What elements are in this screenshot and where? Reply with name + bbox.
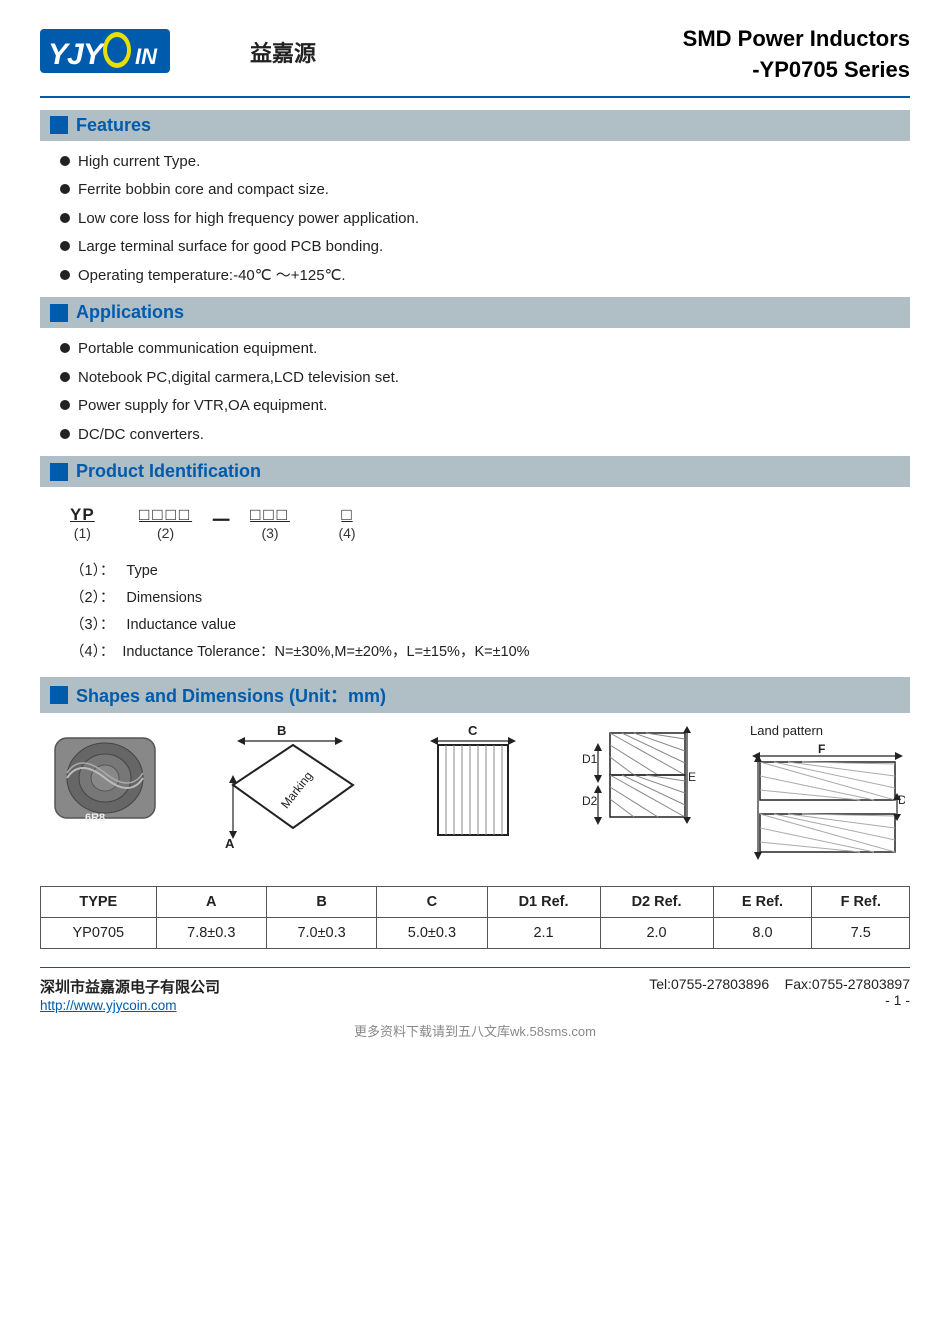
pid-desc-1: （1）： Type <box>70 559 910 580</box>
features-title: Features <box>76 115 151 136</box>
svg-text:E: E <box>688 770 696 784</box>
logo-svg: Y J Y IN <box>40 24 240 79</box>
table-header-b: B <box>266 887 376 918</box>
product-id-area: YP (1) □□□□ (2) － □□□ (3) □ (4) （1）： Typ… <box>70 503 910 661</box>
applications-icon <box>50 304 68 322</box>
company-name: 深圳市益嘉源电子有限公司 <box>40 976 220 997</box>
table-cell-c: 5.0±0.3 <box>377 918 487 949</box>
list-item: Portable communication equipment. <box>60 338 910 361</box>
applications-list: Portable communication equipment. Notebo… <box>60 338 910 446</box>
pid-desc-3: （3）： Inductance value <box>70 613 910 634</box>
bullet-dot <box>60 184 70 194</box>
bullet-dot <box>60 343 70 353</box>
side-view-diagram: D1 <box>578 723 708 853</box>
features-header: Features <box>40 110 910 141</box>
product-id-header: Product Identification <box>40 456 910 487</box>
table-header-d1: D1 Ref. <box>487 887 600 918</box>
website-link[interactable]: http://www.yjycoin.com <box>40 998 177 1013</box>
bullet-dot <box>60 429 70 439</box>
pid-desc-4: （4）： Inductance Tolerance：N=±30%,M=±20%，… <box>70 640 910 661</box>
diamond-svg: B Marking A <box>215 723 370 853</box>
table-header-f: F Ref. <box>812 887 910 918</box>
footer-bottom: 更多资料下载请到五八文库wk.58sms.com <box>40 1021 910 1040</box>
bullet-dot <box>60 372 70 382</box>
land-pattern-diagram: Land pattern F <box>750 723 910 872</box>
table-header-c: C <box>377 887 487 918</box>
footer: 深圳市益嘉源电子有限公司 http://www.yjycoin.com Tel:… <box>40 967 910 1013</box>
svg-text:A: A <box>225 836 235 851</box>
page: Y J Y IN 益嘉源 SMD Power Inductors -YP0705… <box>0 0 950 1344</box>
product-id-title: Product Identification <box>76 461 261 482</box>
svg-text:Marking: Marking <box>278 769 315 811</box>
land-pattern-svg: F D2 <box>750 742 905 872</box>
svg-text:D1: D1 <box>582 752 598 766</box>
svg-text:Y: Y <box>83 38 106 71</box>
svg-text:D2: D2 <box>582 794 598 808</box>
bullet-dot <box>60 241 70 251</box>
table-row: YP0705 7.8±0.3 7.0±0.3 5.0±0.3 2.1 2.0 8… <box>41 918 910 949</box>
table-cell-d1: 2.1 <box>487 918 600 949</box>
bullet-dot <box>60 270 70 280</box>
table-header-e: E Ref. <box>713 887 812 918</box>
product-id-icon <box>50 463 68 481</box>
product-title: SMD Power Inductors -YP0705 Series <box>683 24 910 86</box>
logo-cn: 益嘉源 <box>250 36 316 68</box>
table-header-d2: D2 Ref. <box>600 887 713 918</box>
pid-part-1: YP (1) <box>70 505 95 541</box>
side-view-svg: D1 <box>580 723 705 853</box>
table-header-type: TYPE <box>41 887 157 918</box>
shapes-icon <box>50 686 68 704</box>
table-cell-b: 7.0±0.3 <box>266 918 376 949</box>
logo-area: Y J Y IN 益嘉源 <box>40 24 316 79</box>
pid-diagram: YP (1) □□□□ (2) － □□□ (3) □ (4) <box>70 503 910 541</box>
table-cell-a: 7.8±0.3 <box>156 918 266 949</box>
list-item: Low core loss for high frequency power a… <box>60 208 910 231</box>
footer-fax: Fax:0755-27803897 <box>785 976 910 992</box>
list-item: Large terminal surface for good PCB bond… <box>60 236 910 259</box>
header-divider <box>40 96 910 98</box>
list-item: Power supply for VTR,OA equipment. <box>60 395 910 418</box>
cross-section-svg: C <box>420 723 530 853</box>
features-icon <box>50 116 68 134</box>
table-cell-type: YP0705 <box>41 918 157 949</box>
shapes-header: Shapes and Dimensions (Unit：mm) <box>40 677 910 713</box>
table-cell-f: 7.5 <box>812 918 910 949</box>
cross-section-diagram: C <box>415 723 535 853</box>
svg-text:6R8: 6R8 <box>85 812 105 824</box>
dimensions-table: TYPE A B C D1 Ref. D2 Ref. E Ref. F Ref.… <box>40 886 910 949</box>
list-item: Operating temperature:-40℃ ～+125℃. <box>60 265 910 288</box>
shapes-title: Shapes and Dimensions (Unit：mm) <box>76 682 386 708</box>
table-header-a: A <box>156 887 266 918</box>
footer-right: Tel:0755-27803896 Fax:0755-27803897 - 1 … <box>649 976 910 1008</box>
list-item: DC/DC converters. <box>60 424 910 447</box>
list-item: Notebook PC,digital carmera,LCD televisi… <box>60 367 910 390</box>
page-number: - 1 - <box>885 992 910 1008</box>
bullet-dot <box>60 213 70 223</box>
applications-title: Applications <box>76 302 184 323</box>
bullet-dot <box>60 156 70 166</box>
svg-text:F: F <box>818 742 825 756</box>
bullet-dot <box>60 400 70 410</box>
footer-left: 深圳市益嘉源电子有限公司 http://www.yjycoin.com <box>40 976 220 1013</box>
applications-header: Applications <box>40 297 910 328</box>
pid-part-2: □□□□ (2) <box>139 505 192 541</box>
list-item: High current Type. <box>60 151 910 174</box>
features-list: High current Type. Ferrite bobbin core a… <box>60 151 910 288</box>
svg-text:IN: IN <box>135 44 158 69</box>
diamond-diagram: B Marking A <box>213 723 373 853</box>
header: Y J Y IN 益嘉源 SMD Power Inductors -YP0705… <box>40 24 910 86</box>
footer-tel: Tel:0755-27803896 <box>649 976 769 992</box>
svg-text:C: C <box>468 723 478 738</box>
svg-text:B: B <box>277 723 286 738</box>
list-item: Ferrite bobbin core and compact size. <box>60 179 910 202</box>
table-cell-d2: 2.0 <box>600 918 713 949</box>
inductor-photo: 6R8 <box>40 723 170 833</box>
table-cell-e: 8.0 <box>713 918 812 949</box>
inductor-svg: 6R8 <box>45 723 165 833</box>
pid-part-3: □□□ (3) <box>250 505 290 541</box>
pid-part-4: □ (4) <box>338 505 355 541</box>
diagrams-row: 6R8 B Marking A <box>40 723 910 872</box>
pid-desc-2: （2）： Dimensions <box>70 586 910 607</box>
